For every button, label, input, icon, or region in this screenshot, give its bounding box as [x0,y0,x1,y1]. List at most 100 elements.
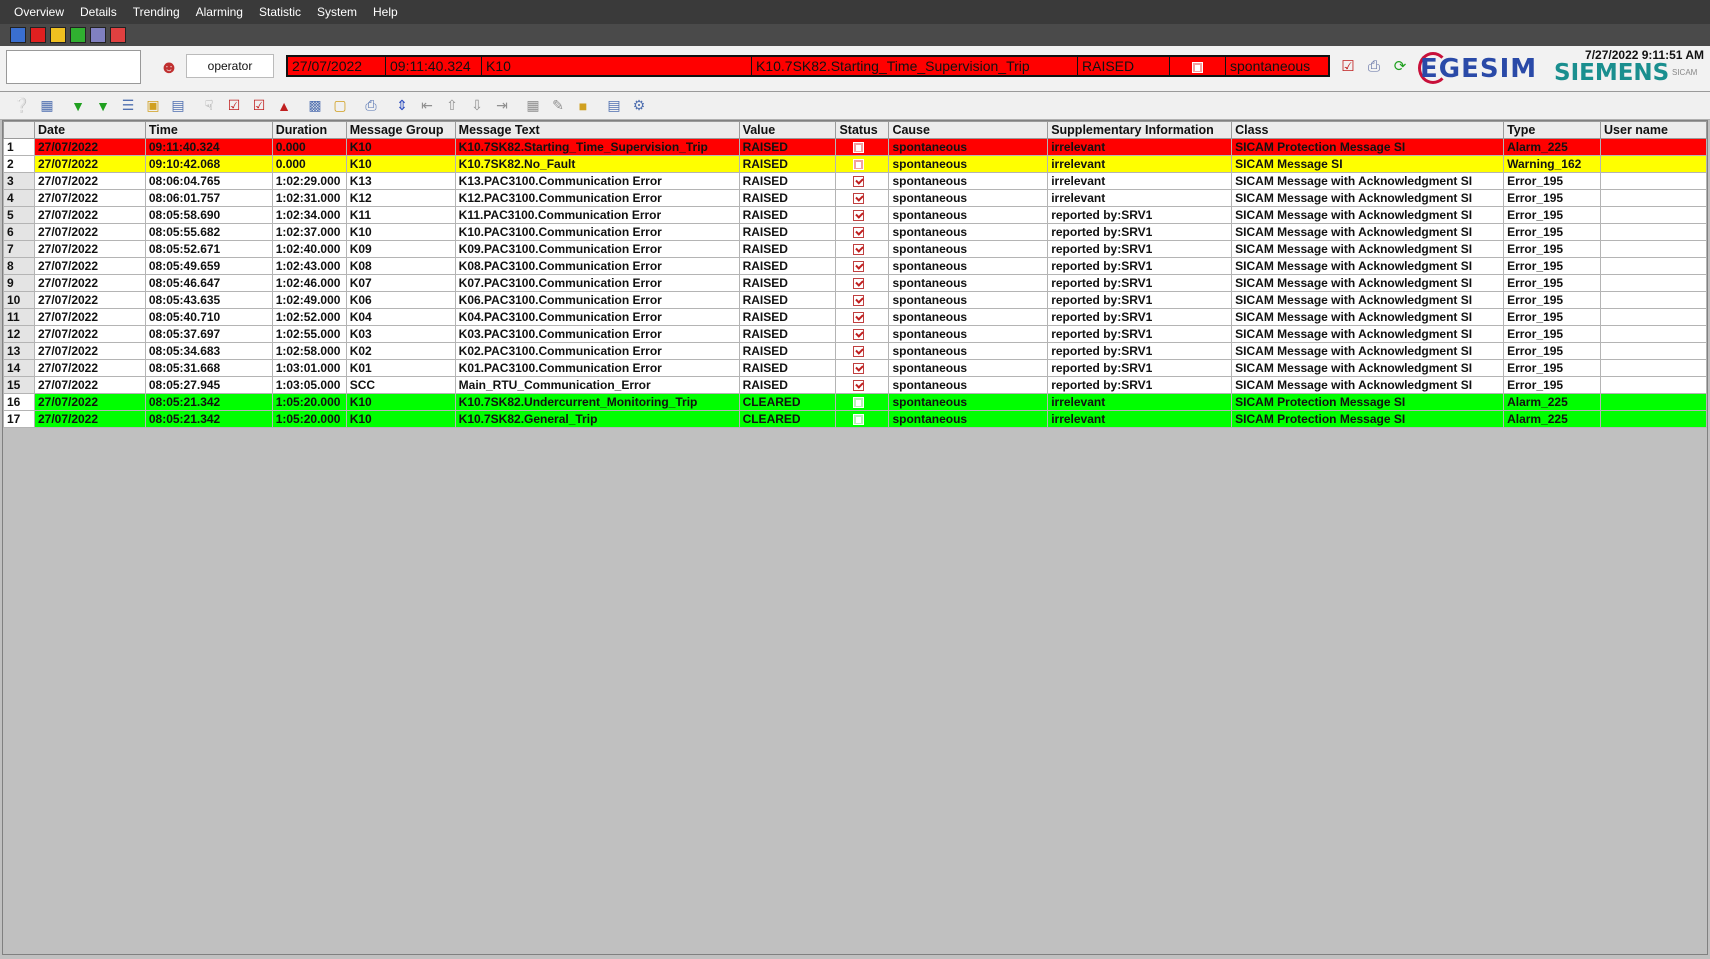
acknowledge-checkbox-icon[interactable] [853,346,865,358]
cell-message-group: K10 [345,138,456,156]
help-icon[interactable]: ❔ [12,96,32,116]
table-row[interactable]: 16 27/07/2022 08:05:21.342 1:05:20.000 K10 K1… [3,393,1707,411]
menu-alarming[interactable]: Alarming [188,5,251,19]
acknowledge-checkbox-icon[interactable] [853,380,865,392]
acknowledge-checkbox-icon[interactable] [853,312,865,324]
col-rownum[interactable] [3,121,35,139]
statistics-icon[interactable]: ▤ [604,96,624,116]
acknowledge-checkbox-icon[interactable] [853,244,865,256]
warning-icon[interactable] [50,27,66,43]
refresh-icon[interactable] [70,27,86,43]
error-flag-icon[interactable] [110,27,126,43]
status-flag-icon[interactable] [853,414,865,426]
acknowledge-checkbox-icon[interactable] [853,176,865,188]
cell-user-name [1600,138,1707,156]
acknowledge-checkbox-icon[interactable] [853,261,865,273]
acknowledge-checkbox-icon[interactable] [853,193,865,205]
edit-icon[interactable]: ✎ [548,96,568,116]
table-row[interactable]: 7 27/07/2022 08:05:52.671 1:02:40.000 K09 K09… [3,240,1707,258]
table-row[interactable]: 4 27/07/2022 08:06:01.757 1:02:31.000 K12 K12… [3,189,1707,207]
cell-user-name [1600,206,1707,224]
cell-date: 27/07/2022 [33,257,146,275]
home-icon[interactable] [10,27,26,43]
alarm-flag-icon[interactable] [30,27,46,43]
col-user-name[interactable]: User name [1600,121,1707,139]
banner-status-icon [1170,57,1226,75]
cell-date: 27/07/2022 [33,410,146,428]
network-icon[interactable] [90,27,106,43]
table-row[interactable]: 10 27/07/2022 08:05:43.635 1:02:49.000 K06 K0… [3,291,1707,309]
col-type[interactable]: Type [1503,121,1602,139]
sync-icon[interactable]: ⟳ [1390,56,1410,76]
acknowledge-checkbox-icon[interactable] [853,363,865,375]
table-row[interactable]: 5 27/07/2022 08:05:58.690 1:02:34.000 K11 K11… [3,206,1707,224]
scroll-top-icon[interactable]: ⇤ [417,96,437,116]
table-row[interactable]: 2 27/07/2022 09:10:42.068 0.000 K10 K10.7SK82… [3,155,1707,173]
status-flag-icon[interactable] [853,159,865,171]
status-flag-icon[interactable] [853,142,865,154]
col-status[interactable]: Status [835,121,890,139]
cell-time: 08:05:31.668 [144,359,273,377]
print-icon[interactable]: ⎙ [1364,56,1384,76]
status-flag-icon[interactable] [853,397,865,409]
export-icon[interactable]: ▩ [305,96,325,116]
horn-icon[interactable]: ▲ [274,96,294,116]
table-row[interactable]: 13 27/07/2022 08:05:34.683 1:02:58.000 K02 K0… [3,342,1707,360]
table-row[interactable]: 17 27/07/2022 08:05:21.342 1:05:20.000 K10 K1… [3,410,1707,428]
cell-rownum: 9 [3,274,35,292]
acknowledge-icon[interactable]: ☑ [1338,56,1358,76]
table-row[interactable]: 12 27/07/2022 08:05:37.697 1:02:55.000 K03 K0… [3,325,1707,343]
col-duration[interactable]: Duration [271,121,347,139]
menu-details[interactable]: Details [72,5,125,19]
cell-message-group: K09 [345,240,456,258]
acknowledge-checkbox-icon[interactable] [853,329,865,341]
settings-icon[interactable]: ⚙ [629,96,649,116]
cell-status [835,257,890,275]
menu-statistic[interactable]: Statistic [251,5,309,19]
lock-list-icon[interactable]: ▣ [143,96,163,116]
details-icon[interactable]: ▦ [37,96,57,116]
table-row[interactable]: 15 27/07/2022 08:05:27.945 1:03:05.000 SCC Ma… [3,376,1707,394]
sort-icon[interactable]: ⇕ [392,96,412,116]
col-message-text[interactable]: Message Text [454,121,740,139]
table-row[interactable]: 6 27/07/2022 08:05:55.682 1:02:37.000 K10 K10… [3,223,1707,241]
scroll-up-icon[interactable]: ⇧ [442,96,462,116]
latest-alarm-banner[interactable]: 27/07/2022 09:11:40.324 K10 K10.7SK82.St… [286,55,1330,77]
col-time[interactable]: Time [144,121,273,139]
table-row[interactable]: 3 27/07/2022 08:06:04.765 1:02:29.000 K13 K13… [3,172,1707,190]
col-date[interactable]: Date [33,121,146,139]
table-row[interactable]: 1 27/07/2022 09:11:40.324 0.000 K10 K10.7SK82… [3,138,1707,156]
filter-green-icon[interactable]: ▼ [68,96,88,116]
col-cause[interactable]: Cause [888,121,1049,139]
folder-icon[interactable]: ▢ [330,96,350,116]
menu-system[interactable]: System [309,5,365,19]
menu-trending[interactable]: Trending [125,5,188,19]
ack-hand-icon[interactable]: ☟ [199,96,219,116]
acknowledge-checkbox-icon[interactable] [853,210,865,222]
columns-icon[interactable]: ▦ [523,96,543,116]
col-supplementary[interactable]: Supplementary Information [1047,121,1233,139]
ack-single-icon[interactable]: ☑ [224,96,244,116]
acknowledge-checkbox-icon[interactable] [853,295,865,307]
table-row[interactable]: 11 27/07/2022 08:05:40.710 1:02:52.000 K04 K0… [3,308,1707,326]
table-row[interactable]: 8 27/07/2022 08:05:49.659 1:02:43.000 K08 K08… [3,257,1707,275]
user-icon[interactable]: ☻ [158,56,180,78]
scroll-down-icon[interactable]: ⇩ [467,96,487,116]
acknowledge-checkbox-icon[interactable] [853,278,865,290]
table-row[interactable]: 14 27/07/2022 08:05:31.668 1:03:01.000 K01 K0… [3,359,1707,377]
col-message-group[interactable]: Message Group [345,121,456,139]
col-value[interactable]: Value [738,121,837,139]
filter-add-icon[interactable]: ▼ [93,96,113,116]
table-row[interactable]: 9 27/07/2022 08:05:46.647 1:02:46.000 K07 K07… [3,274,1707,292]
col-class[interactable]: Class [1231,121,1505,139]
menu-help[interactable]: Help [365,5,406,19]
ack-all-icon[interactable]: ☑ [249,96,269,116]
list-icon[interactable]: ☰ [118,96,138,116]
printer-icon[interactable]: ⎙ [361,96,381,116]
acknowledge-checkbox-icon[interactable] [853,227,865,239]
cell-duration: 1:02:40.000 [271,240,347,258]
lock-icon[interactable]: ■ [573,96,593,116]
scroll-bottom-icon[interactable]: ⇥ [492,96,512,116]
menu-overview[interactable]: Overview [6,5,72,19]
chart-icon[interactable]: ▤ [168,96,188,116]
